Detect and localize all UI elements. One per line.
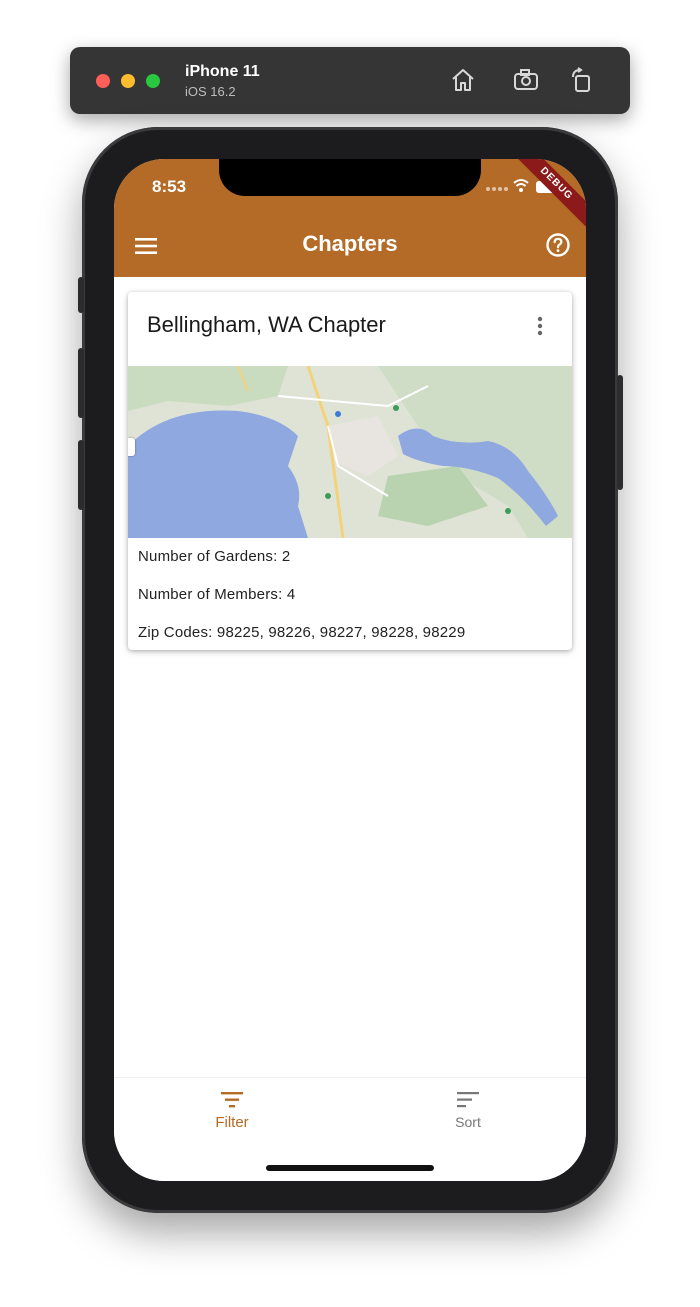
help-icon[interactable]	[545, 232, 571, 258]
minimize-window-button[interactable]	[121, 74, 135, 88]
gardens-count: Number of Gardens: 2	[138, 548, 291, 565]
app-bar: 8:53 DEBUG Chapters	[114, 159, 586, 277]
close-window-button[interactable]	[96, 74, 110, 88]
chapter-name: Bellingham, WA Chapter	[147, 312, 386, 337]
screenshot-icon	[514, 69, 538, 90]
chapter-card[interactable]: Bellingham, WA Chapter Number of Gardens…	[128, 292, 572, 650]
home-icon	[452, 69, 474, 91]
screenshot-button[interactable]	[511, 65, 541, 95]
home-indicator	[266, 1165, 434, 1171]
debug-banner: DEBUG	[507, 159, 586, 233]
nav-sort-label: Sort	[455, 1114, 481, 1130]
nav-filter-button[interactable]: Filter	[172, 1088, 292, 1131]
wifi-icon	[513, 179, 529, 192]
rotate-icon	[572, 67, 590, 92]
notch	[219, 159, 481, 196]
zip-codes: Zip Codes: 98225, 98226, 98227, 98228, 9…	[138, 624, 466, 641]
rotate-button[interactable]	[567, 65, 597, 95]
home-button[interactable]	[448, 65, 478, 95]
status-time: 8:53	[152, 177, 187, 196]
volume-down-button	[78, 440, 84, 510]
nav-filter-label: Filter	[215, 1114, 249, 1131]
power-button	[617, 375, 623, 490]
more-options-icon[interactable]	[530, 314, 550, 338]
simulator-toolbar: iPhone 11 iOS 16.2	[70, 47, 630, 114]
nav-sort-button[interactable]: Sort	[408, 1088, 528, 1130]
device-screen: 8:53 DEBUG Chapters Bellingham, WA Chapt…	[114, 159, 586, 1181]
zoom-window-button[interactable]	[146, 74, 160, 88]
volume-up-button	[78, 348, 84, 418]
sort-icon	[457, 1092, 479, 1108]
os-version: iOS 16.2	[185, 84, 236, 99]
filter-icon	[221, 1092, 243, 1108]
page-title: Chapters	[302, 231, 398, 256]
signal-icon	[486, 187, 508, 191]
mute-switch	[78, 277, 84, 313]
map-expand-handle[interactable]	[128, 438, 135, 456]
chapter-map[interactable]	[128, 366, 572, 538]
device-name: iPhone 11	[185, 63, 260, 80]
members-count: Number of Members: 4	[138, 586, 296, 603]
